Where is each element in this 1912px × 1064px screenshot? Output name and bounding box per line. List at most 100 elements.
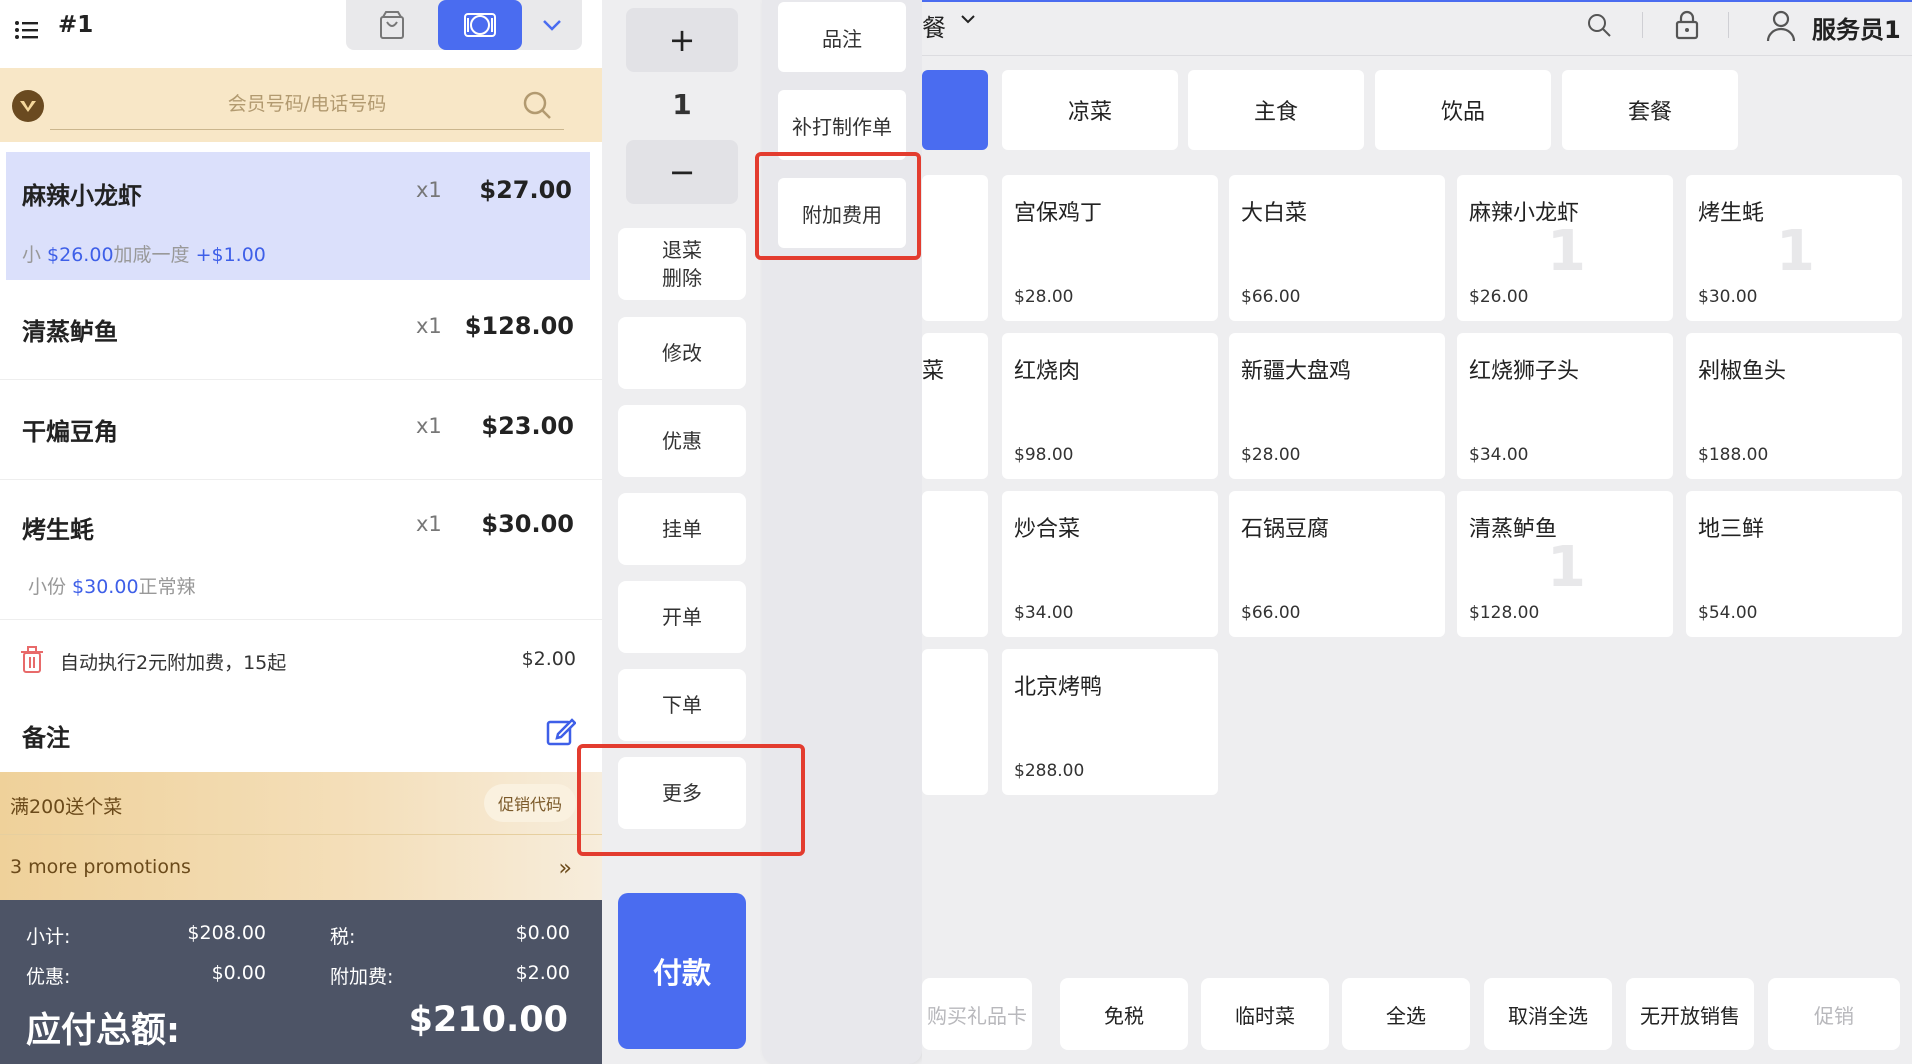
- dish-card[interactable]: 炒合菜 $34.00: [1002, 491, 1218, 637]
- item-modifiers: 小份 $30.00正常辣: [28, 572, 196, 599]
- deselect-all-button[interactable]: 取消全选: [1484, 978, 1612, 1050]
- category-tab[interactable]: 主食: [1188, 70, 1364, 150]
- mod-size: 小: [22, 244, 48, 266]
- promotions-panel: 满200送个菜 促销代码 3 more promotions »: [0, 772, 602, 900]
- list-icon[interactable]: [14, 18, 40, 42]
- item-price: $30.00: [481, 510, 574, 538]
- dish-card[interactable]: 新疆大盘鸡 $28.00: [1229, 333, 1445, 479]
- order-item-row[interactable]: 清蒸鲈鱼 x1 $128.00: [0, 280, 602, 380]
- custom-dish-button[interactable]: 临时菜: [1201, 978, 1329, 1050]
- category-tab-active[interactable]: [922, 70, 988, 150]
- dish-price: $34.00: [1014, 603, 1074, 623]
- dish-card[interactable]: 1 麻辣小龙虾 $26.00: [1457, 175, 1673, 321]
- more-promotions-link[interactable]: 3 more promotions: [10, 856, 191, 878]
- order-note-row[interactable]: 备注: [0, 696, 602, 770]
- category-tab[interactable]: 饮品: [1375, 70, 1551, 150]
- quantity-plus-button[interactable]: +: [626, 8, 738, 72]
- dish-card[interactable]: 石锅豆腐 $66.00: [1229, 491, 1445, 637]
- reprint-kitchen-ticket-button[interactable]: 补打制作单: [778, 90, 906, 160]
- mod-price: $26.00: [47, 244, 114, 266]
- dish-price: $26.00: [1469, 287, 1529, 307]
- item-note-button[interactable]: 品注: [778, 2, 906, 72]
- note-label: 备注: [22, 724, 70, 752]
- member-search-input[interactable]: [50, 78, 564, 130]
- void-delete-button[interactable]: 退菜 删除: [618, 228, 746, 300]
- dish-card[interactable]: [922, 491, 988, 637]
- pay-button[interactable]: 付款: [618, 893, 746, 1049]
- dish-price: $28.00: [1241, 445, 1301, 465]
- dish-card[interactable]: 红烧狮子头 $34.00: [1457, 333, 1673, 479]
- dish-card[interactable]: 剁椒鱼头 $188.00: [1686, 333, 1902, 479]
- double-chevron-right-icon[interactable]: »: [559, 856, 572, 881]
- dish-card[interactable]: [922, 649, 988, 795]
- quantity-minus-button[interactable]: −: [626, 140, 738, 204]
- surcharge-row[interactable]: 自动执行2元附加费，15起 $2.00: [0, 632, 602, 688]
- order-item-row[interactable]: 麻辣小龙虾 x1 $27.00 小 $26.00加咸一度 +$1.00: [6, 152, 590, 280]
- item-name: 麻辣小龙虾: [22, 182, 142, 210]
- order-panel: #1 会员号码/电话号码 麻辣小龙虾 x1 $27.00 小 $26.00加咸一…: [0, 0, 602, 1064]
- dish-card[interactable]: [922, 175, 988, 321]
- dish-name: 宫保鸡丁: [1014, 201, 1103, 226]
- no-open-sale-button[interactable]: 无开放销售: [1626, 978, 1754, 1050]
- takeout-mode-button[interactable]: [346, 0, 438, 50]
- hold-order-button[interactable]: 挂单: [618, 493, 746, 565]
- dish-card[interactable]: 大白菜 $66.00: [1229, 175, 1445, 321]
- extra-fee-button[interactable]: 附加费用: [778, 178, 906, 248]
- fee-value: $2.00: [515, 962, 570, 984]
- item-qty: x1: [416, 178, 442, 202]
- dish-price: $98.00: [1014, 445, 1074, 465]
- more-button[interactable]: 更多: [618, 757, 746, 829]
- modify-button[interactable]: 修改: [618, 317, 746, 389]
- order-item-row[interactable]: 烤生蚝 x1 $30.00 小份 $30.00正常辣: [0, 480, 602, 620]
- mod-text: 正常辣: [138, 576, 196, 598]
- dish-card[interactable]: 宫保鸡丁 $28.00: [1002, 175, 1218, 321]
- tax-value: $0.00: [515, 922, 570, 944]
- dish-price: $128.00: [1469, 603, 1540, 623]
- dish-card[interactable]: 1 烤生蚝 $30.00: [1686, 175, 1902, 321]
- item-name: 干煸豆角: [22, 418, 118, 446]
- dish-card[interactable]: 北京烤鸭 $288.00: [1002, 649, 1218, 795]
- search-icon[interactable]: [1586, 12, 1612, 38]
- surcharge-label: 自动执行2元附加费，15起: [60, 652, 287, 674]
- mode-dropdown-button[interactable]: [522, 0, 582, 50]
- menu-area: 餐 服务员1 凉菜 主食 饮品 套餐 菜 宫保鸡丁 $28.00 大白菜 $66…: [922, 0, 1912, 1064]
- trash-icon[interactable]: [20, 646, 44, 674]
- item-modifiers: 小 $26.00加咸一度 +$1.00: [22, 240, 266, 267]
- subtotal-value: $208.00: [187, 922, 266, 944]
- promotion-button[interactable]: 促销: [1768, 978, 1900, 1050]
- dish-name: 红烧狮子头: [1469, 359, 1580, 384]
- place-order-button[interactable]: 下单: [618, 669, 746, 741]
- order-item-row[interactable]: 干煸豆角 x1 $23.00: [0, 380, 602, 480]
- quantity-stepper: + 1 −: [626, 8, 740, 204]
- edit-icon[interactable]: [546, 716, 576, 746]
- dish-card[interactable]: 红烧肉 $98.00: [1002, 333, 1218, 479]
- open-order-button[interactable]: 开单: [618, 581, 746, 653]
- staff-name[interactable]: 服务员1: [1812, 10, 1901, 45]
- bag-icon: [380, 11, 404, 39]
- dish-price: $54.00: [1698, 603, 1758, 623]
- menu-category-selector[interactable]: 餐: [922, 8, 946, 43]
- vip-icon: [12, 90, 44, 122]
- discount-button[interactable]: 优惠: [618, 405, 746, 477]
- tax-exempt-button[interactable]: 免税: [1060, 978, 1188, 1050]
- void-button-label: 退菜 删除: [662, 236, 702, 292]
- user-icon[interactable]: [1766, 10, 1796, 42]
- search-icon[interactable]: [522, 90, 552, 120]
- member-search-bar: [0, 68, 602, 142]
- dish-card[interactable]: 地三鲜 $54.00: [1686, 491, 1902, 637]
- buy-gift-card-button[interactable]: 购买礼品卡: [922, 978, 1032, 1050]
- category-tab[interactable]: 套餐: [1562, 70, 1738, 150]
- category-tab[interactable]: 凉菜: [1002, 70, 1178, 150]
- select-all-button[interactable]: 全选: [1342, 978, 1470, 1050]
- dine-in-mode-button[interactable]: [438, 0, 522, 50]
- dish-card[interactable]: 菜: [922, 333, 988, 479]
- dish-price: $188.00: [1698, 445, 1769, 465]
- promo-code-button[interactable]: 促销代码: [484, 784, 576, 822]
- item-price: $23.00: [481, 412, 574, 440]
- mod-size: 小份: [28, 576, 73, 598]
- chevron-down-icon[interactable]: [960, 14, 976, 24]
- fee-label: 附加费:: [330, 966, 394, 988]
- dish-card[interactable]: 1 清蒸鲈鱼 $128.00: [1457, 491, 1673, 637]
- dish-price: $66.00: [1241, 287, 1301, 307]
- lock-icon[interactable]: [1674, 10, 1700, 40]
